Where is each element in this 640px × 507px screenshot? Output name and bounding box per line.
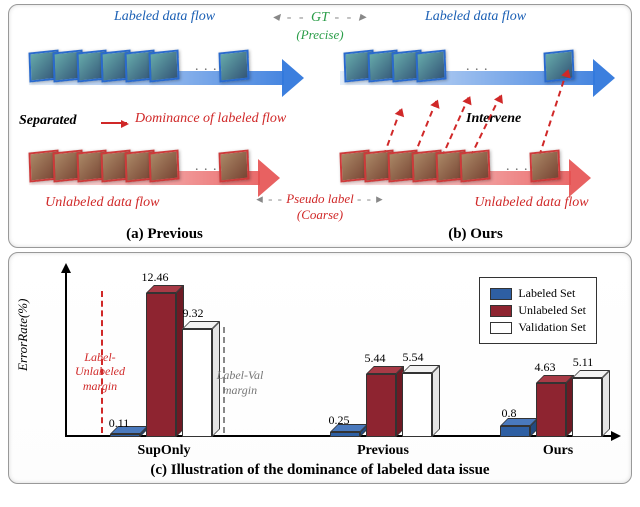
legend-labeled: Labeled Set (518, 286, 575, 301)
val-suponly-lab: 0.11 (99, 416, 139, 431)
val-ours-lab: 0.8 (489, 406, 529, 421)
subfig-a: Labeled data flow . . . Separated Domina… (9, 5, 320, 219)
legend-swatch-unlabeled (490, 305, 512, 317)
val-ours-val: 5.11 (563, 355, 603, 370)
labeled-flow-label-left: Labeled data flow (9, 9, 320, 25)
labeled-flow-label-right: Labeled data flow (320, 9, 631, 25)
chart-plot-area: Labeled Set Unlabeled Set Validation Set… (65, 271, 607, 437)
separated-label: Separated (19, 113, 77, 129)
legend-swatch-labeled (490, 288, 512, 300)
legend-validation: Validation Set (518, 320, 586, 335)
val-prev-lab: 0.25 (319, 413, 359, 428)
dominance-arrow (101, 115, 127, 133)
caption-b: (b) Ours (320, 226, 631, 243)
legend-swatch-validation (490, 322, 512, 334)
intervene-label: Intervene (466, 111, 521, 127)
xcat-suponly: SupOnly (109, 443, 219, 459)
margin-label-unlabel: Label-Unlabeled margin (61, 350, 139, 393)
margin-label-val: Label-Val margin (205, 368, 275, 397)
val-suponly-unl: 12.46 (135, 270, 175, 285)
unlabeled-tiles-a (35, 151, 179, 181)
unlabeled-tiles-b (346, 151, 490, 181)
caption-a: (a) Previous (9, 226, 320, 243)
figure-panel-top: Labeled data flow ◂ - - GT - - ▸ Labeled… (8, 4, 632, 248)
val-suponly-val: 9.32 (173, 306, 213, 321)
labeled-tiles-a (35, 51, 179, 81)
dominance-label: Dominance of labeled flow (135, 111, 286, 127)
legend-unlabeled: Unlabeled Set (518, 303, 586, 318)
val-ours-unl: 4.63 (525, 360, 565, 375)
chart-ylabel: ErrorRate(%) (15, 299, 31, 371)
xcat-previous: Previous (323, 443, 443, 459)
figure-panel-bottom: ErrorRate(%) Labeled Set Unlabeled Set V… (8, 252, 632, 484)
val-prev-val: 5.54 (393, 350, 433, 365)
val-prev-unl: 5.44 (355, 351, 395, 366)
labeled-tiles-b (350, 51, 446, 81)
caption-c: (c) Illustration of the dominance of lab… (9, 462, 631, 479)
chart-legend: Labeled Set Unlabeled Set Validation Set (479, 277, 597, 344)
xcat-ours: Ours (503, 443, 613, 459)
unlabeled-flow-label-b: Unlabeled data flow (432, 195, 631, 211)
subfig-b: Labeled data flow . . . Intervene . . (320, 5, 631, 219)
